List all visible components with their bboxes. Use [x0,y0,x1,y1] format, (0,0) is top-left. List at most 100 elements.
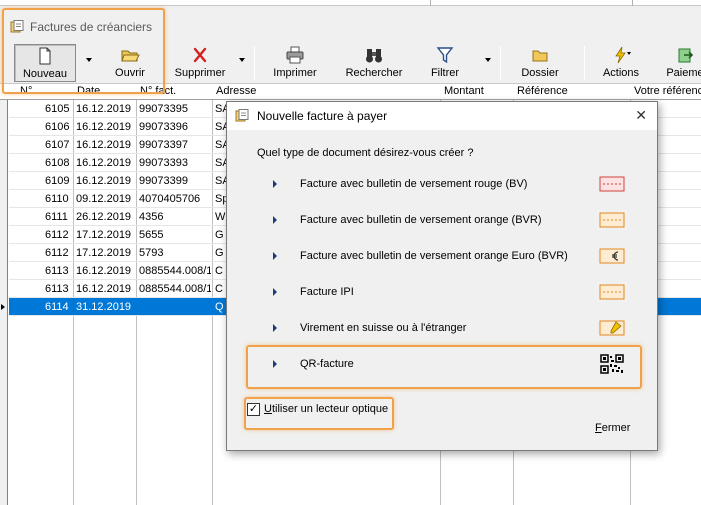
current-row-marker-icon [1,304,5,310]
cell-num: 6109 [45,175,70,187]
cell-date: 17.12.2019 [76,247,132,259]
column-header-reference[interactable]: Référence [517,85,627,97]
cell-date: 26.12.2019 [76,211,132,223]
table-header: N° ... Date N° fact. Adresse Montant Réf… [0,84,701,100]
new-button-label: Nouveau [22,68,68,80]
bv-red-slip-icon [599,176,625,192]
filter-button-label: Filtrer [430,67,460,79]
column-header-address[interactable]: Adresse [216,85,436,97]
cell-invoice-number: 4356 [139,211,164,223]
toolbar-separator [254,46,255,80]
open-folder-icon [121,50,140,62]
cell-date: 16.12.2019 [76,103,132,115]
window-title: Factures de créanciers [30,20,153,34]
cell-date: 16.12.2019 [76,265,132,277]
option-transfer[interactable]: Virement en suisse ou à l'étranger [247,314,639,344]
cell-num: 6113 [45,283,69,295]
option-arrow-icon [273,360,277,368]
cell-date: 09.12.2019 [76,193,132,205]
cell-date: 16.12.2019 [76,157,132,169]
close-button[interactable]: Fermer [595,422,630,434]
new-button[interactable]: Nouveau [14,44,76,82]
checkbox-check-icon[interactable]: ✓ [247,403,260,416]
option-arrow-icon [273,216,277,224]
option-bvr-orange-euro[interactable]: Facture avec bulletin de versement orang… [247,242,639,272]
cell-invoice-number: 4070405706 [139,193,201,205]
column-header-invoice-number[interactable]: N° fact. [140,85,210,97]
option-label: Facture avec bulletin de versement orang… [300,214,542,226]
cell-num: 6114 [45,301,69,313]
folder-button[interactable]: Dossier [514,44,566,82]
list-window-titlebar: Factures de créanciers [0,8,701,42]
cell-num: 6112 [45,247,69,259]
cell-num: 6106 [45,121,70,133]
folder-icon [532,50,548,62]
actions-dropdown-chevron-icon[interactable] [627,52,631,55]
column-header-amount[interactable]: Montant [444,85,510,97]
search-button[interactable]: Rechercher [340,44,408,82]
new-invoice-dialog: Nouvelle facture à payer ✕ Quel type de … [226,101,658,451]
option-arrow-icon [273,288,277,296]
cell-date: 16.12.2019 [76,283,132,295]
toolbar-separator [163,46,164,80]
cell-num: 6107 [45,139,70,151]
cell-date: 31.12.2019 [76,301,132,313]
option-arrow-icon [273,180,277,188]
search-button-label: Rechercher [345,67,403,79]
option-arrow-icon [273,324,277,332]
filter-dropdown-chevron-icon[interactable] [485,58,491,62]
filter-button[interactable]: Filtrer [424,44,466,82]
delete-dropdown-chevron-icon[interactable] [239,58,245,62]
actions-button[interactable]: Actions [596,44,646,82]
new-document-icon [39,47,51,65]
cell-date: 17.12.2019 [76,229,132,241]
ipi-slip-icon [599,284,625,300]
printer-icon [286,46,304,64]
payments-button[interactable]: Paieme [660,44,701,82]
invoice-window-icon [10,20,24,33]
option-bv-red[interactable]: Facture avec bulletin de versement rouge… [247,170,639,200]
cell-invoice-number: 99073393 [139,157,188,169]
delete-button[interactable]: Supprimer [170,44,230,82]
cell-date: 16.12.2019 [76,121,132,133]
cell-date: 16.12.2019 [76,139,132,151]
dialog-titlebar: Nouvelle facture à payer ✕ [227,102,657,130]
cell-invoice-number: 99073399 [139,175,188,187]
toolbar-separator [500,46,501,80]
cell-invoice-number: 0885544.008/1 [139,265,211,277]
cell-num: 6105 [45,103,70,115]
lightning-icon [615,46,626,64]
close-icon[interactable]: ✕ [635,107,647,124]
cell-num: 6112 [45,229,69,241]
cell-invoice-number: 5655 [139,229,164,241]
column-header-date[interactable]: Date [77,85,133,97]
cell-date: 16.12.2019 [76,175,132,187]
column-header-num[interactable]: N° ... [20,85,70,97]
folder-button-label: Dossier [521,67,559,79]
cell-invoice-number: 99073396 [139,121,188,133]
filter-funnel-icon [436,47,454,64]
app-window: Factures de créanciers Nouveau Ouvrir Su… [0,0,701,505]
open-button[interactable]: Ouvrir [104,44,156,82]
payment-arrow-icon [678,48,694,63]
row-selector-column[interactable] [0,84,8,505]
delete-x-icon [193,47,207,63]
transfer-slip-icon [599,320,625,336]
print-button[interactable]: Imprimer [266,44,324,82]
new-dropdown-chevron-icon[interactable] [86,58,92,62]
cell-invoice-number: 0885544.008/1 [139,283,211,295]
column-header-your-reference[interactable]: Votre référence [634,85,701,97]
option-label: Virement en suisse ou à l'étranger [300,322,467,334]
option-ipi[interactable]: Facture IPI [247,278,639,308]
option-bvr-orange[interactable]: Facture avec bulletin de versement orang… [247,206,639,236]
option-label: Facture IPI [300,286,354,298]
cell-num: 6111 [45,211,68,223]
option-qr-invoice[interactable]: QR-facture [247,350,639,380]
cell-invoice-number: 5793 [139,247,164,259]
actions-button-label: Actions [602,67,640,79]
optical-reader-label: Utiliser un lecteur optique [264,403,389,415]
dialog-title: Nouvelle facture à payer [257,109,388,123]
binoculars-icon [366,49,382,63]
bvr-orange-slip-icon [599,212,625,228]
toolbar: Nouveau Ouvrir Supprimer Imprimer Recher… [0,42,701,84]
